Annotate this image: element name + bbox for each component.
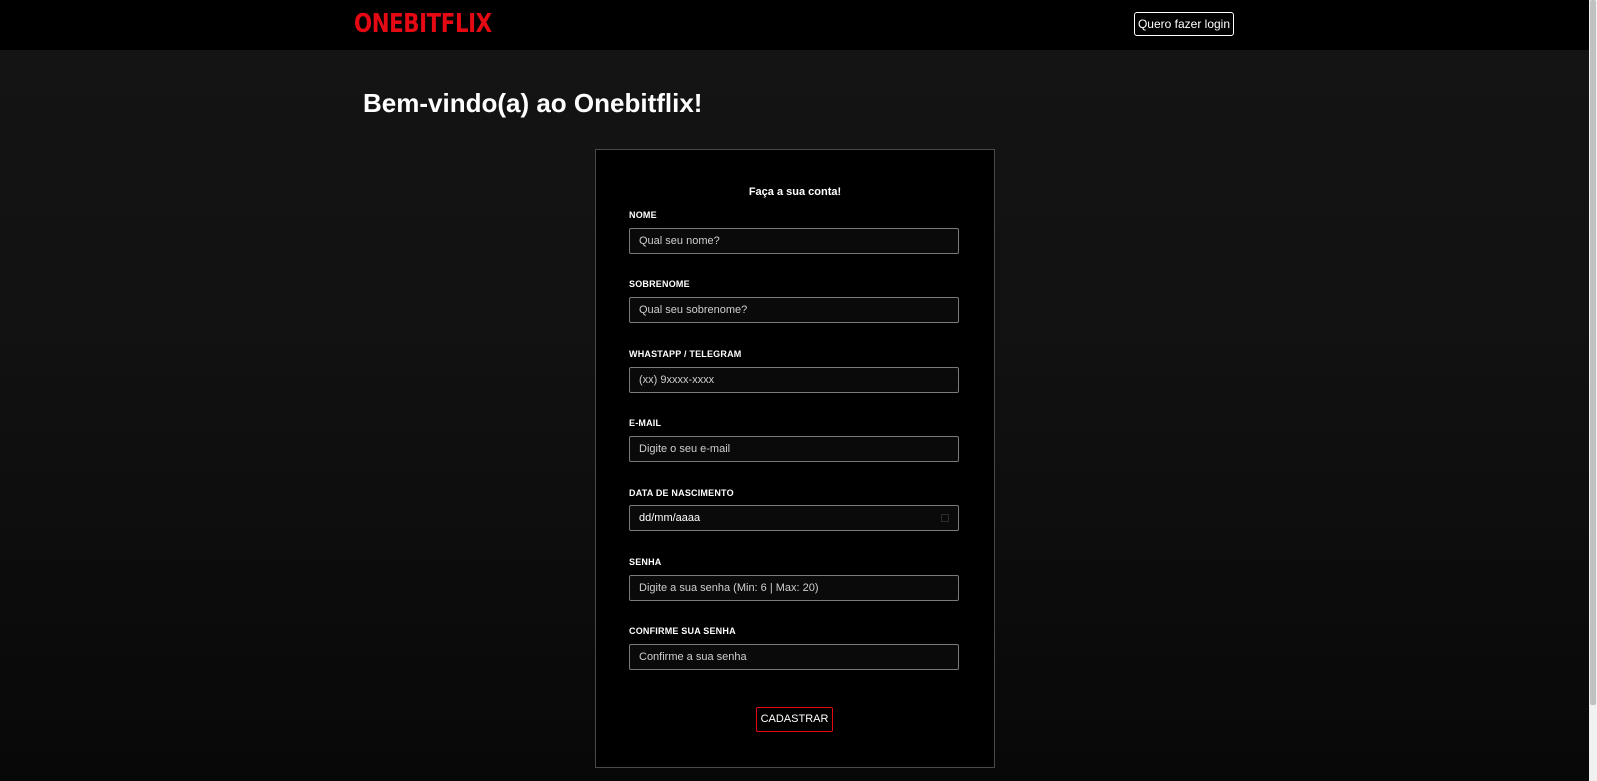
register-button[interactable]: CADASTRAR (756, 707, 833, 732)
phone-input[interactable]: (xx) 9xxxx-xxxx (629, 367, 959, 393)
confirm-password-placeholder: Confirme a sua senha (639, 651, 747, 663)
first-name-placeholder: Qual seu nome? (639, 235, 720, 247)
signup-form: Faça a sua conta! NOME Qual seu nome? SO… (595, 149, 995, 768)
email-placeholder: Digite o seu e-mail (639, 443, 731, 455)
first-name-input[interactable]: Qual seu nome? (629, 228, 959, 254)
onebitflix-logo[interactable]: ONEBITFLIX (354, 8, 492, 40)
first-name-label: NOME (629, 210, 657, 220)
form-title: Faça a sua conta! (748, 186, 842, 198)
email-label: E-MAIL (629, 418, 662, 428)
scrollbar-thumb[interactable] (1590, 0, 1596, 705)
confirm-password-input[interactable]: Confirme a sua senha (629, 644, 959, 670)
page-title: Bem-vindo(a) ao Onebitflix! (363, 88, 703, 118)
last-name-input[interactable]: Qual seu sobrenome? (629, 297, 959, 323)
birthdate-label: DATA DE NASCIMENTO (629, 488, 734, 498)
top-navbar: ONEBITFLIX Quero fazer login (0, 0, 1597, 50)
confirm-password-label: CONFIRME SUA SENHA (629, 626, 736, 636)
birthdate-input[interactable]: dd/mm/aaaa (629, 505, 959, 531)
email-input[interactable]: Digite o seu e-mail (629, 436, 959, 462)
phone-placeholder: (xx) 9xxxx-xxxx (639, 374, 715, 386)
last-name-placeholder: Qual seu sobrenome? (639, 304, 748, 316)
phone-label: WHASTAPP / TELEGRAM (629, 349, 742, 359)
password-placeholder: Digite a sua senha (Min: 6 | Max: 20) (639, 582, 819, 594)
birthdate-placeholder: dd/mm/aaaa (639, 512, 701, 524)
last-name-label: SOBRENOME (629, 279, 690, 289)
login-button[interactable]: Quero fazer login (1134, 12, 1234, 36)
calendar-icon[interactable] (941, 514, 949, 522)
password-input[interactable]: Digite a sua senha (Min: 6 | Max: 20) (629, 575, 959, 601)
password-label: SENHA (629, 557, 662, 567)
